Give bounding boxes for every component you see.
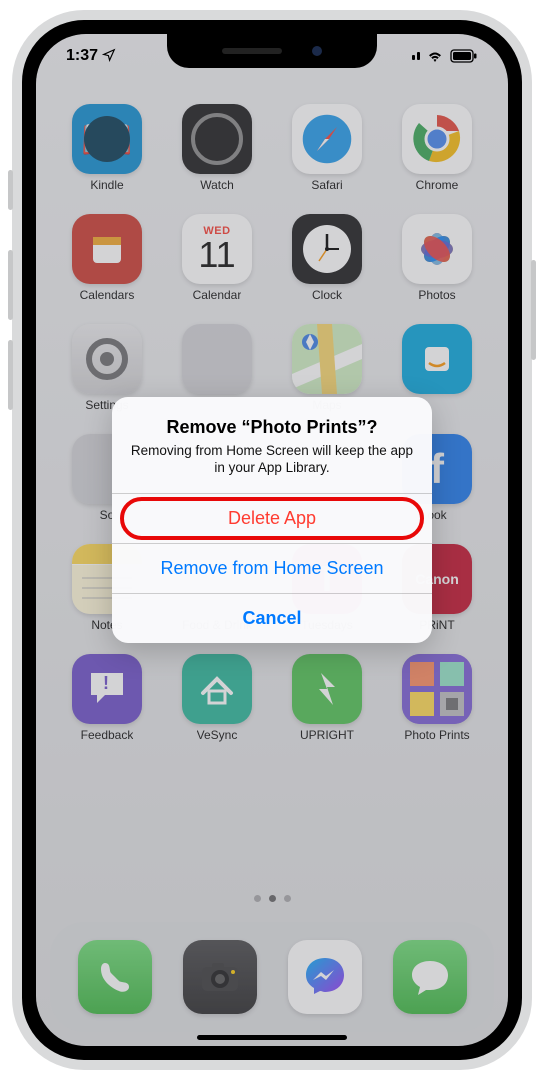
volume-up-button	[8, 250, 13, 320]
delete-app-button[interactable]: Delete App	[112, 493, 432, 543]
status-right	[412, 49, 478, 63]
alert-message: Removing from Home Screen will keep the …	[130, 442, 414, 477]
home-indicator[interactable]	[197, 1035, 347, 1040]
remove-from-home-label: Remove from Home Screen	[160, 558, 383, 579]
status-time: 1:37	[66, 47, 98, 65]
delete-app-label: Delete App	[228, 508, 316, 529]
notch	[167, 34, 377, 68]
front-camera	[312, 46, 322, 56]
earpiece-speaker	[222, 48, 282, 54]
device-bezel: 1:37	[22, 20, 522, 1060]
cancel-label: Cancel	[242, 608, 301, 629]
cancel-button[interactable]: Cancel	[112, 593, 432, 643]
remove-from-home-button[interactable]: Remove from Home Screen	[112, 543, 432, 593]
alert-header: Remove “Photo Prints”? Removing from Hom…	[112, 397, 432, 493]
cellular-signal-icon	[412, 52, 420, 60]
battery-icon	[450, 49, 478, 63]
alert-title: Remove “Photo Prints”?	[130, 417, 414, 438]
side-button	[531, 260, 536, 360]
volume-down-button	[8, 340, 13, 410]
location-services-icon	[102, 48, 116, 65]
device-frame: 1:37	[12, 10, 532, 1070]
remove-app-alert: Remove “Photo Prints”? Removing from Hom…	[112, 397, 432, 643]
screen: 1:37	[36, 34, 508, 1046]
mute-switch	[8, 170, 13, 210]
status-left: 1:37	[66, 47, 116, 65]
wifi-icon	[426, 49, 444, 63]
